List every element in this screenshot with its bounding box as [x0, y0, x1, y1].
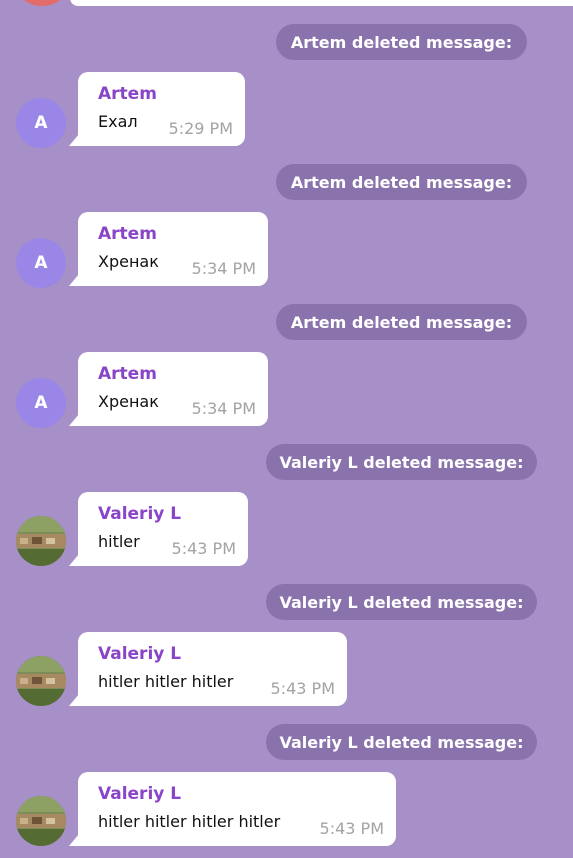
message-timestamp: 5:43 PM — [171, 539, 236, 558]
system-notice-deleted-message: Valeriy L deleted message: — [266, 444, 537, 480]
message-text: Ехал — [98, 112, 138, 131]
avatar[interactable]: A — [16, 238, 66, 288]
bubble-tail — [69, 694, 79, 706]
avatar-photo-image — [16, 516, 66, 566]
avatar-photo[interactable] — [16, 656, 66, 706]
avatar-photo-image — [16, 796, 66, 846]
message-timestamp: 5:34 PM — [191, 399, 256, 418]
sender-name[interactable]: Valeriy L — [98, 644, 181, 664]
bubble-tail — [69, 414, 79, 426]
message-bubble[interactable]: Artem Хренак 5:34 PM — [69, 212, 268, 286]
avatar-photo[interactable] — [16, 796, 66, 846]
message-text: Хренак — [98, 392, 159, 411]
message-text: hitler hitler hitler hitler — [98, 812, 281, 831]
avatar[interactable]: A — [16, 378, 66, 428]
system-notice-deleted-message: Artem deleted message: — [276, 164, 527, 200]
message-text: Хренак — [98, 252, 159, 271]
system-notice-deleted-message: Artem deleted message: — [276, 304, 527, 340]
message-bubble[interactable]: Artem Хренак 5:34 PM — [69, 352, 268, 426]
avatar-photo[interactable] — [16, 516, 66, 566]
sender-name[interactable]: Valeriy L — [98, 784, 181, 804]
message-bubble[interactable]: Artem Ехал 5:29 PM — [69, 72, 245, 146]
message-timestamp: 5:34 PM — [191, 259, 256, 278]
avatar-initial: A — [34, 253, 48, 273]
bubble-tail — [69, 274, 79, 286]
bubble-tail — [69, 554, 79, 566]
system-notice-deleted-message: Valeriy L deleted message: — [266, 584, 537, 620]
previous-avatar-partial — [18, 0, 66, 6]
sender-name[interactable]: Artem — [98, 84, 157, 104]
sender-name[interactable]: Valeriy L — [98, 504, 181, 524]
avatar-initial: A — [34, 113, 48, 133]
avatar-photo-image — [16, 656, 66, 706]
message-bubble[interactable]: Valeriy L hitler hitler hitler hitler 5:… — [69, 772, 396, 846]
message-text: hitler hitler hitler — [98, 672, 234, 691]
message-timestamp: 5:43 PM — [270, 679, 335, 698]
bubble-tail — [69, 134, 79, 146]
bubble-tail — [69, 834, 79, 846]
sender-name[interactable]: Artem — [98, 224, 157, 244]
avatar[interactable]: A — [16, 98, 66, 148]
message-bubble[interactable]: Valeriy L hitler 5:43 PM — [69, 492, 248, 566]
previous-message-bubble-partial — [70, 0, 573, 6]
system-notice-deleted-message: Artem deleted message: — [276, 24, 527, 60]
sender-name[interactable]: Artem — [98, 364, 157, 384]
message-bubble[interactable]: Valeriy L hitler hitler hitler 5:43 PM — [69, 632, 347, 706]
message-timestamp: 5:29 PM — [168, 119, 233, 138]
message-timestamp: 5:43 PM — [319, 819, 384, 838]
avatar-initial: A — [34, 393, 48, 413]
system-notice-deleted-message: Valeriy L deleted message: — [266, 724, 537, 760]
message-text: hitler — [98, 532, 140, 551]
